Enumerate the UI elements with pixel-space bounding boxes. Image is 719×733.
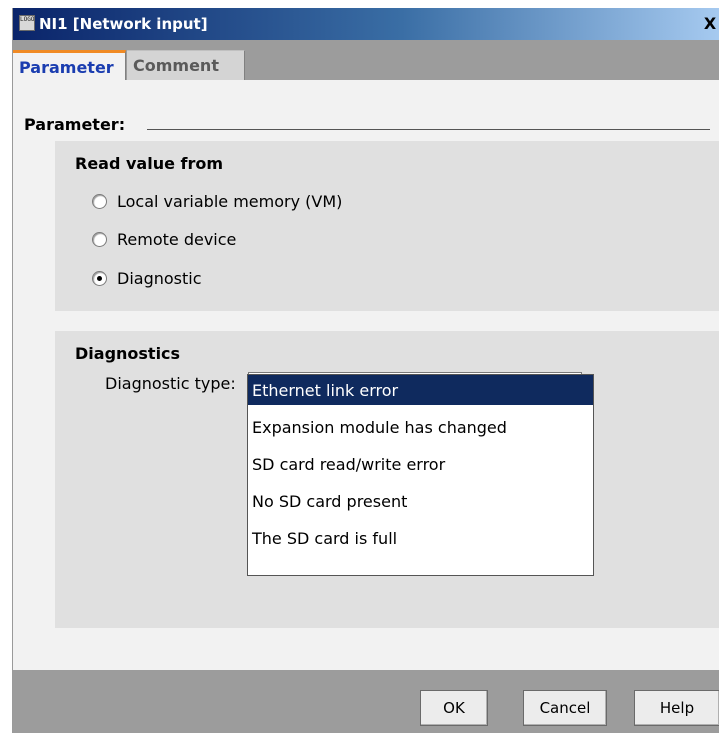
radio-button-icon[interactable] xyxy=(92,231,107,247)
parameter-heading: Parameter: xyxy=(24,115,126,134)
dropdown-option-ethernet-link-error[interactable]: Ethernet link error xyxy=(248,375,593,405)
tab-parameter[interactable]: Parameter xyxy=(13,50,126,80)
ok-button[interactable]: OK xyxy=(420,690,488,726)
heading-divider xyxy=(147,129,710,130)
title-bar[interactable]: LOGO NI1 [Network input] X xyxy=(13,8,719,40)
help-button[interactable]: Help xyxy=(634,690,719,726)
read-value-from-group: Read value from Local variable memory (V… xyxy=(55,141,719,311)
dropdown-option-sd-card-full[interactable]: The SD card is full xyxy=(248,523,593,553)
dropdown-option-sd-card-read-write-error[interactable]: SD card read/write error xyxy=(248,449,593,479)
diagnostic-type-label: Diagnostic type: xyxy=(105,374,236,393)
diagnostics-title: Diagnostics xyxy=(75,344,181,363)
radio-remote-device[interactable]: Remote device xyxy=(92,228,236,250)
button-bar: OK Cancel Help xyxy=(13,670,719,733)
dropdown-option-expansion-module-changed[interactable]: Expansion module has changed xyxy=(248,412,593,442)
close-button[interactable]: X xyxy=(700,14,719,34)
radio-local-variable-memory[interactable]: Local variable memory (VM) xyxy=(92,190,342,212)
radio-diagnostic[interactable]: Diagnostic xyxy=(92,267,202,289)
window-title: NI1 [Network input] xyxy=(39,15,208,33)
radio-button-icon[interactable] xyxy=(92,193,107,209)
tab-comment[interactable]: Comment xyxy=(127,50,245,80)
radio-button-selected-icon[interactable] xyxy=(92,270,107,286)
radio-label: Local variable memory (VM) xyxy=(117,191,343,211)
cancel-button[interactable]: Cancel xyxy=(523,690,607,726)
tab-strip: Parameter Comment xyxy=(13,40,719,80)
dropdown-option-no-sd-card[interactable]: No SD card present xyxy=(248,486,593,516)
radio-label: Remote device xyxy=(117,229,237,249)
radio-label: Diagnostic xyxy=(117,268,202,288)
read-value-from-title: Read value from xyxy=(75,154,224,173)
logo-app-icon: LOGO xyxy=(19,15,35,31)
diagnostic-type-dropdown-list: Ethernet link error Expansion module has… xyxy=(247,374,594,576)
dialog-window: LOGO NI1 [Network input] X Parameter Com… xyxy=(12,8,719,733)
